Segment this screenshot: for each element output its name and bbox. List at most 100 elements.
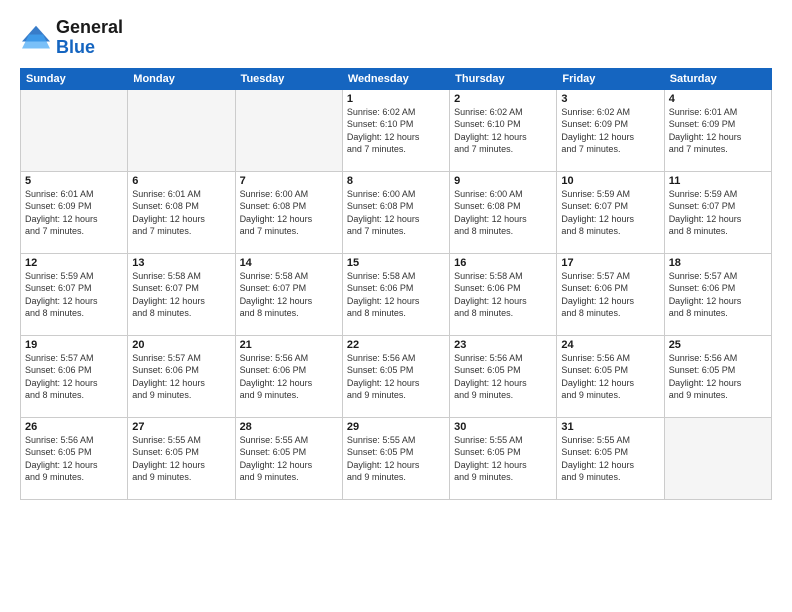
calendar-cell: 13Sunrise: 5:58 AM Sunset: 6:07 PM Dayli… [128, 253, 235, 335]
calendar-cell: 6Sunrise: 6:01 AM Sunset: 6:08 PM Daylig… [128, 171, 235, 253]
day-number: 16 [454, 257, 552, 269]
day-number: 21 [240, 339, 338, 351]
day-info: Sunrise: 5:57 AM Sunset: 6:06 PM Dayligh… [669, 270, 767, 320]
calendar-cell: 5Sunrise: 6:01 AM Sunset: 6:09 PM Daylig… [21, 171, 128, 253]
weekday-header-thursday: Thursday [450, 68, 557, 89]
calendar-cell: 19Sunrise: 5:57 AM Sunset: 6:06 PM Dayli… [21, 335, 128, 417]
day-info: Sunrise: 5:58 AM Sunset: 6:06 PM Dayligh… [347, 270, 445, 320]
day-info: Sunrise: 5:58 AM Sunset: 6:07 PM Dayligh… [132, 270, 230, 320]
calendar-cell: 10Sunrise: 5:59 AM Sunset: 6:07 PM Dayli… [557, 171, 664, 253]
day-info: Sunrise: 5:57 AM Sunset: 6:06 PM Dayligh… [132, 352, 230, 402]
day-info: Sunrise: 6:02 AM Sunset: 6:10 PM Dayligh… [454, 106, 552, 156]
weekday-header-saturday: Saturday [664, 68, 771, 89]
day-info: Sunrise: 6:02 AM Sunset: 6:09 PM Dayligh… [561, 106, 659, 156]
calendar-cell: 3Sunrise: 6:02 AM Sunset: 6:09 PM Daylig… [557, 89, 664, 171]
day-number: 26 [25, 421, 123, 433]
weekday-header-wednesday: Wednesday [342, 68, 449, 89]
day-number: 1 [347, 93, 445, 105]
day-info: Sunrise: 6:01 AM Sunset: 6:08 PM Dayligh… [132, 188, 230, 238]
day-number: 5 [25, 175, 123, 187]
week-row-3: 12Sunrise: 5:59 AM Sunset: 6:07 PM Dayli… [21, 253, 772, 335]
day-info: Sunrise: 5:55 AM Sunset: 6:05 PM Dayligh… [132, 434, 230, 484]
weekday-header-tuesday: Tuesday [235, 68, 342, 89]
day-number: 14 [240, 257, 338, 269]
page: General Blue SundayMondayTuesdayWednesda… [0, 0, 792, 612]
calendar-cell: 23Sunrise: 5:56 AM Sunset: 6:05 PM Dayli… [450, 335, 557, 417]
calendar-cell [235, 89, 342, 171]
day-number: 24 [561, 339, 659, 351]
calendar-cell [664, 417, 771, 499]
calendar-cell: 29Sunrise: 5:55 AM Sunset: 6:05 PM Dayli… [342, 417, 449, 499]
weekday-header-sunday: Sunday [21, 68, 128, 89]
calendar-cell: 11Sunrise: 5:59 AM Sunset: 6:07 PM Dayli… [664, 171, 771, 253]
calendar-cell: 30Sunrise: 5:55 AM Sunset: 6:05 PM Dayli… [450, 417, 557, 499]
day-number: 28 [240, 421, 338, 433]
weekday-header-friday: Friday [557, 68, 664, 89]
day-info: Sunrise: 5:56 AM Sunset: 6:06 PM Dayligh… [240, 352, 338, 402]
calendar-cell: 20Sunrise: 5:57 AM Sunset: 6:06 PM Dayli… [128, 335, 235, 417]
logo-icon [20, 24, 52, 52]
calendar-cell: 9Sunrise: 6:00 AM Sunset: 6:08 PM Daylig… [450, 171, 557, 253]
day-info: Sunrise: 5:56 AM Sunset: 6:05 PM Dayligh… [25, 434, 123, 484]
weekday-header-monday: Monday [128, 68, 235, 89]
week-row-2: 5Sunrise: 6:01 AM Sunset: 6:09 PM Daylig… [21, 171, 772, 253]
day-info: Sunrise: 5:56 AM Sunset: 6:05 PM Dayligh… [454, 352, 552, 402]
day-number: 29 [347, 421, 445, 433]
calendar: SundayMondayTuesdayWednesdayThursdayFrid… [20, 68, 772, 500]
day-info: Sunrise: 5:56 AM Sunset: 6:05 PM Dayligh… [669, 352, 767, 402]
calendar-cell: 22Sunrise: 5:56 AM Sunset: 6:05 PM Dayli… [342, 335, 449, 417]
week-row-5: 26Sunrise: 5:56 AM Sunset: 6:05 PM Dayli… [21, 417, 772, 499]
calendar-cell: 15Sunrise: 5:58 AM Sunset: 6:06 PM Dayli… [342, 253, 449, 335]
day-info: Sunrise: 5:59 AM Sunset: 6:07 PM Dayligh… [669, 188, 767, 238]
logo-blue: Blue [56, 37, 95, 57]
calendar-cell: 1Sunrise: 6:02 AM Sunset: 6:10 PM Daylig… [342, 89, 449, 171]
day-number: 9 [454, 175, 552, 187]
day-info: Sunrise: 5:59 AM Sunset: 6:07 PM Dayligh… [25, 270, 123, 320]
calendar-cell: 31Sunrise: 5:55 AM Sunset: 6:05 PM Dayli… [557, 417, 664, 499]
calendar-cell: 21Sunrise: 5:56 AM Sunset: 6:06 PM Dayli… [235, 335, 342, 417]
day-info: Sunrise: 5:55 AM Sunset: 6:05 PM Dayligh… [240, 434, 338, 484]
calendar-cell [21, 89, 128, 171]
calendar-cell: 24Sunrise: 5:56 AM Sunset: 6:05 PM Dayli… [557, 335, 664, 417]
calendar-cell: 26Sunrise: 5:56 AM Sunset: 6:05 PM Dayli… [21, 417, 128, 499]
day-number: 19 [25, 339, 123, 351]
day-number: 15 [347, 257, 445, 269]
day-number: 3 [561, 93, 659, 105]
calendar-cell: 16Sunrise: 5:58 AM Sunset: 6:06 PM Dayli… [450, 253, 557, 335]
day-info: Sunrise: 5:57 AM Sunset: 6:06 PM Dayligh… [25, 352, 123, 402]
day-number: 27 [132, 421, 230, 433]
day-number: 25 [669, 339, 767, 351]
calendar-cell: 28Sunrise: 5:55 AM Sunset: 6:05 PM Dayli… [235, 417, 342, 499]
day-number: 31 [561, 421, 659, 433]
week-row-4: 19Sunrise: 5:57 AM Sunset: 6:06 PM Dayli… [21, 335, 772, 417]
day-info: Sunrise: 5:58 AM Sunset: 6:06 PM Dayligh… [454, 270, 552, 320]
header: General Blue [20, 18, 772, 58]
day-info: Sunrise: 6:00 AM Sunset: 6:08 PM Dayligh… [454, 188, 552, 238]
calendar-cell: 14Sunrise: 5:58 AM Sunset: 6:07 PM Dayli… [235, 253, 342, 335]
calendar-cell [128, 89, 235, 171]
day-info: Sunrise: 6:02 AM Sunset: 6:10 PM Dayligh… [347, 106, 445, 156]
day-info: Sunrise: 5:57 AM Sunset: 6:06 PM Dayligh… [561, 270, 659, 320]
day-number: 4 [669, 93, 767, 105]
calendar-cell: 18Sunrise: 5:57 AM Sunset: 6:06 PM Dayli… [664, 253, 771, 335]
day-info: Sunrise: 5:56 AM Sunset: 6:05 PM Dayligh… [561, 352, 659, 402]
day-info: Sunrise: 5:55 AM Sunset: 6:05 PM Dayligh… [347, 434, 445, 484]
day-number: 13 [132, 257, 230, 269]
day-number: 12 [25, 257, 123, 269]
day-number: 30 [454, 421, 552, 433]
calendar-cell: 27Sunrise: 5:55 AM Sunset: 6:05 PM Dayli… [128, 417, 235, 499]
day-number: 22 [347, 339, 445, 351]
calendar-cell: 4Sunrise: 6:01 AM Sunset: 6:09 PM Daylig… [664, 89, 771, 171]
day-info: Sunrise: 6:00 AM Sunset: 6:08 PM Dayligh… [347, 188, 445, 238]
day-info: Sunrise: 5:59 AM Sunset: 6:07 PM Dayligh… [561, 188, 659, 238]
day-info: Sunrise: 5:55 AM Sunset: 6:05 PM Dayligh… [561, 434, 659, 484]
calendar-cell: 17Sunrise: 5:57 AM Sunset: 6:06 PM Dayli… [557, 253, 664, 335]
logo: General Blue [20, 18, 123, 58]
calendar-cell: 8Sunrise: 6:00 AM Sunset: 6:08 PM Daylig… [342, 171, 449, 253]
day-info: Sunrise: 5:56 AM Sunset: 6:05 PM Dayligh… [347, 352, 445, 402]
day-number: 10 [561, 175, 659, 187]
calendar-cell: 25Sunrise: 5:56 AM Sunset: 6:05 PM Dayli… [664, 335, 771, 417]
day-info: Sunrise: 6:01 AM Sunset: 6:09 PM Dayligh… [25, 188, 123, 238]
day-number: 8 [347, 175, 445, 187]
day-number: 11 [669, 175, 767, 187]
